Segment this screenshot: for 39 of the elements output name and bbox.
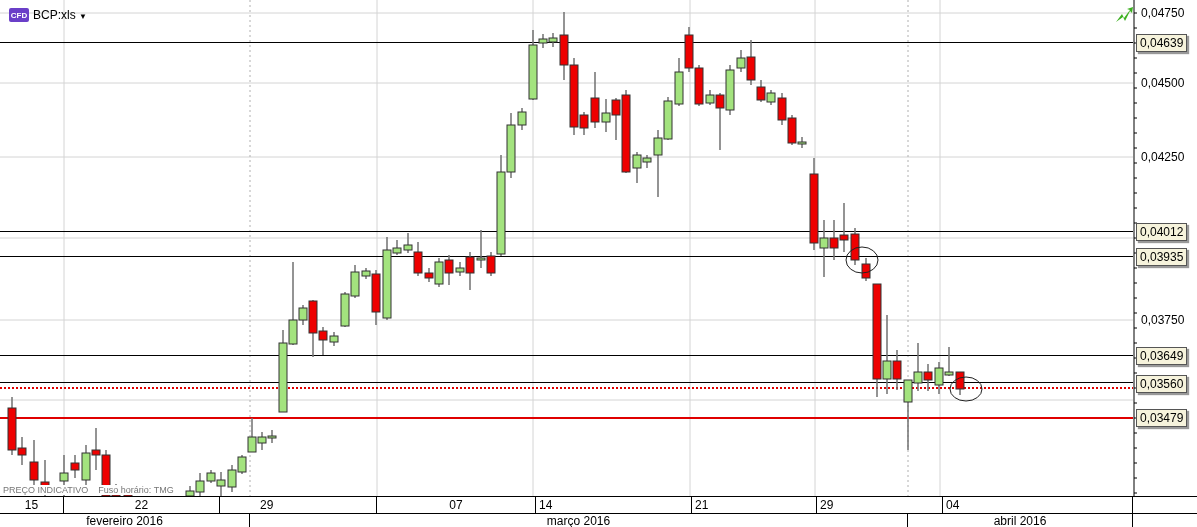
circle-annotation (949, 376, 983, 402)
day-label: 29 (220, 497, 377, 513)
candlestick (839, 202, 849, 253)
month-label: março 2016 (250, 514, 908, 527)
chart-note: PREÇO INDICATIVO (2, 485, 90, 495)
day-label: 04 (943, 497, 1133, 513)
price-tick-label: 0,03750 (1141, 313, 1185, 327)
circle-annotation (845, 246, 879, 274)
symbol-dropdown[interactable]: BCP:xls ▼ (33, 8, 87, 22)
price-level-label: 0,04639 (1136, 34, 1188, 52)
price-level-label: 0,03560 (1136, 375, 1188, 393)
price-level-label: 0,03649 (1136, 347, 1188, 365)
candlestick (267, 429, 277, 444)
day-label: 14 (536, 497, 692, 513)
month-label: abril 2016 (908, 514, 1133, 527)
day-label: 15 (0, 497, 64, 513)
candlestick (91, 427, 101, 471)
trend-icon (1116, 7, 1133, 22)
cfd-icon: CFD (9, 8, 29, 22)
day-label: 07 (377, 497, 536, 513)
candlestick (684, 26, 694, 73)
candlestick (829, 219, 839, 261)
chart-note: Fuso horário: TMG (97, 485, 175, 495)
day-label: 22 (64, 497, 220, 513)
price-tick-label: 0,04500 (1141, 76, 1185, 90)
candlestick (934, 361, 944, 395)
day-label: 29 (817, 497, 943, 513)
price-level-label: 0,03935 (1136, 248, 1188, 266)
candlestick (227, 464, 237, 493)
candlestick (944, 346, 954, 377)
candlestick (674, 57, 684, 107)
price-level-label: 0,04012 (1136, 223, 1188, 241)
price-tick-label: 0,04250 (1141, 150, 1185, 164)
price-level-label: 0,03479 (1136, 409, 1188, 427)
candlestick (340, 291, 350, 328)
month-label: fevereiro 2016 (0, 514, 250, 527)
candlestick (955, 371, 965, 396)
day-label: 21 (692, 497, 817, 513)
price-tick-label: 0,04750 (1141, 6, 1185, 20)
